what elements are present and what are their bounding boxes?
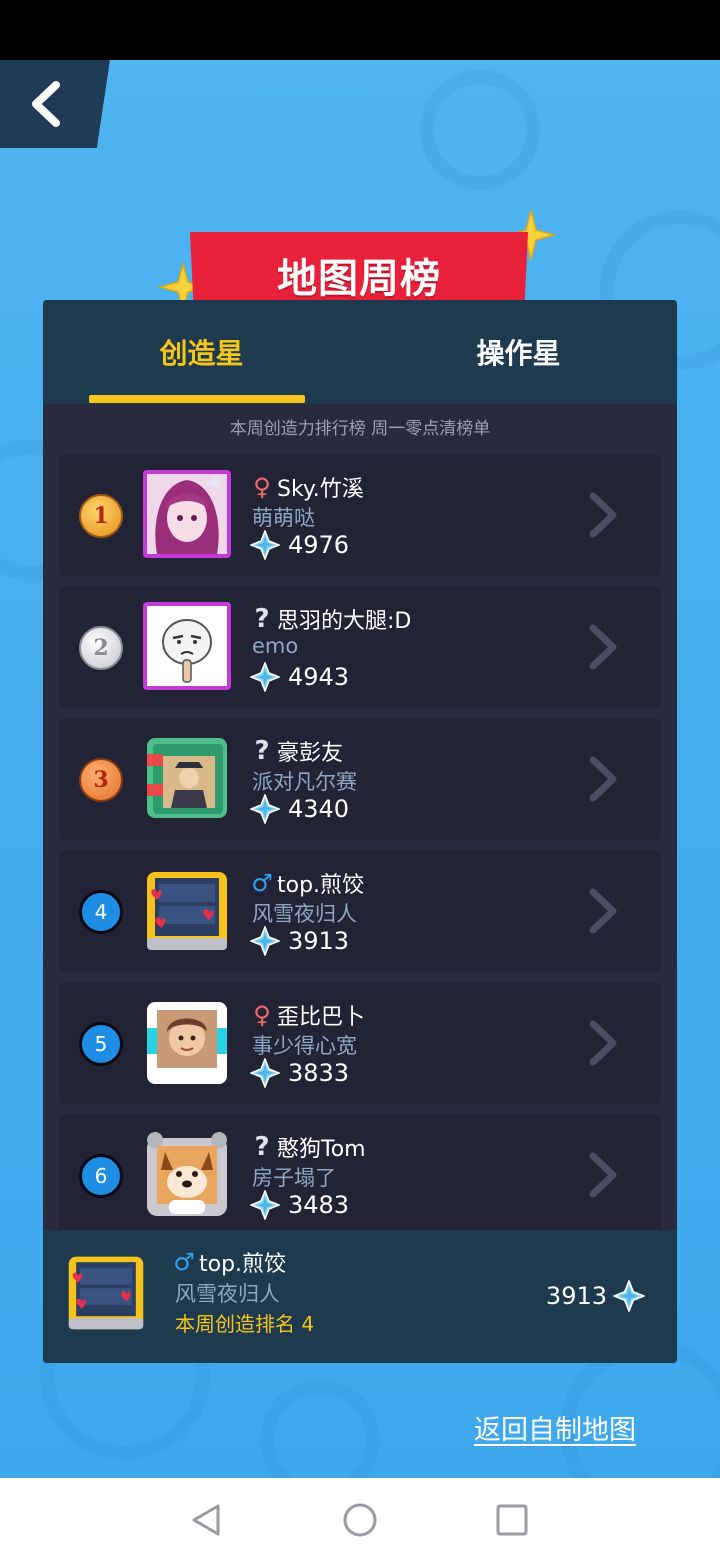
chevron-right-icon: [589, 624, 617, 670]
ranking-row[interactable]: 5 ♀ 歪比巴卜 事少得心宽 3833: [59, 982, 661, 1104]
player-name-text: 思羽的大腿:D: [277, 609, 412, 634]
nav-back-button[interactable]: [186, 1500, 226, 1540]
chevron-right-icon: [589, 888, 617, 934]
ranking-row[interactable]: 6 ? 憨狗Tom 房子塌了 3483: [59, 1114, 661, 1230]
my-score: 3913: [546, 1280, 645, 1312]
player-score: 4340: [250, 794, 349, 824]
ranking-row[interactable]: 2 ? 思羽的大腿:D emo 4943: [59, 586, 661, 708]
crystal-icon: [613, 1280, 645, 1312]
player-name: ? 思羽的大腿:D: [249, 602, 411, 636]
player-score: 3483: [250, 1190, 349, 1220]
nav-recents-button[interactable]: [492, 1500, 532, 1540]
system-nav-bar: [0, 1478, 720, 1560]
crystal-icon: [250, 926, 280, 956]
player-subtitle: 派对凡尔赛: [252, 770, 357, 794]
my-score-value: 3913: [545, 1282, 607, 1310]
chevron-right-icon: [589, 756, 617, 802]
player-subtitle: 事少得心宽: [252, 1034, 357, 1058]
chevron-right-icon: [589, 1152, 617, 1198]
chevron-left-icon: [32, 81, 60, 127]
status-bar: [0, 0, 720, 60]
leaderboard-notice: 本周创造力排行榜 周一零点清榜单: [229, 419, 491, 439]
rank-number-badge: 5: [79, 1022, 123, 1066]
player-name: ♂ top.煎饺: [249, 866, 364, 900]
avatar: [143, 734, 231, 822]
player-name: ? 憨狗Tom: [249, 1130, 366, 1164]
score-value: 3833: [288, 1059, 350, 1087]
score-value: 3483: [288, 1191, 350, 1219]
tab-operator-star[interactable]: 操作星: [360, 300, 677, 404]
recents-square-icon: [496, 1504, 528, 1536]
player-name-text: top.煎饺: [277, 873, 365, 898]
my-name: ♂ top.煎饺: [171, 1246, 286, 1278]
rank-number-badge: 6: [79, 1154, 123, 1198]
ranking-list[interactable]: 1 ♀ Sky.竹溪 萌萌哒 4976 2 ? 思羽的大腿:D emo 4943…: [43, 454, 677, 1230]
avatar: [143, 866, 231, 954]
ranking-row[interactable]: 1 ♀ Sky.竹溪 萌萌哒 4976: [59, 454, 661, 576]
avatar: [143, 602, 231, 690]
player-name: ♀ 歪比巴卜: [249, 998, 365, 1032]
tab-creator-star[interactable]: 创造星: [43, 300, 360, 404]
back-button[interactable]: [0, 60, 110, 148]
leaderboard-panel: 创造星 操作星 本周创造力排行榜 周一零点清榜单 1 ♀ Sky.竹溪 萌萌哒 …: [43, 300, 677, 1363]
player-subtitle: 房子塌了: [252, 1166, 336, 1190]
unknown-gender-icon: ?: [254, 1132, 270, 1162]
score-value: 4340: [288, 795, 350, 823]
unknown-gender-icon: ?: [254, 604, 270, 634]
player-name: ? 豪彭友: [249, 734, 343, 768]
my-ranking-bar[interactable]: ♂ top.煎饺 风雪夜归人 本周创造排名 4 3913: [43, 1230, 677, 1363]
player-name-text: 豪彭友: [277, 741, 344, 766]
score-value: 4976: [288, 531, 350, 559]
chevron-right-icon: [589, 492, 617, 538]
avatar: [143, 1130, 231, 1218]
my-rank-text: 本周创造排名 4: [175, 1312, 315, 1336]
player-score: 4976: [250, 530, 349, 560]
crystal-icon: [250, 794, 280, 824]
my-subtitle: 风雪夜归人: [175, 1282, 280, 1306]
home-circle-icon: [343, 1503, 377, 1537]
player-subtitle: 风雪夜归人: [252, 902, 357, 926]
unknown-gender-icon: ?: [254, 736, 270, 766]
my-name-text: top.煎饺: [199, 1252, 287, 1277]
ranking-row[interactable]: 3 ? 豪彭友 派对凡尔赛 4340: [59, 718, 661, 840]
rank-medal-bronze: 3: [79, 758, 123, 802]
player-score: 4943: [250, 662, 349, 692]
back-triangle-icon: [192, 1504, 220, 1536]
male-icon: ♂: [251, 869, 273, 897]
crystal-icon: [250, 1190, 280, 1220]
male-icon: ♂: [173, 1248, 195, 1276]
avatar: [143, 470, 231, 558]
tab-bar: 创造星 操作星: [43, 300, 677, 404]
nav-home-button[interactable]: [340, 1500, 380, 1540]
page-title: 地图周榜: [277, 256, 441, 302]
chevron-right-icon: [589, 1020, 617, 1066]
return-to-custom-maps-link[interactable]: 返回自制地图: [474, 1408, 636, 1447]
player-name-text: 歪比巴卜: [277, 1005, 366, 1030]
crystal-icon: [250, 530, 280, 560]
player-name: ♀ Sky.竹溪: [249, 470, 364, 504]
female-icon: ♀: [253, 1001, 271, 1029]
rank-number-badge: 4: [79, 890, 123, 934]
active-tab-indicator: [89, 395, 305, 403]
crystal-icon: [250, 1058, 280, 1088]
rank-medal-gold: 1: [79, 494, 123, 538]
rank-medal-silver: 2: [79, 626, 123, 670]
player-score: 3913: [250, 926, 349, 956]
ranking-row[interactable]: 4 ♂ top.煎饺 风雪夜归人 3913: [59, 850, 661, 972]
crystal-icon: [250, 662, 280, 692]
score-value: 3913: [288, 927, 350, 955]
my-avatar: [65, 1250, 147, 1334]
player-score: 3833: [250, 1058, 349, 1088]
player-subtitle: 萌萌哒: [252, 506, 315, 530]
player-name-text: Sky.竹溪: [277, 477, 364, 502]
score-value: 4943: [288, 663, 350, 691]
female-icon: ♀: [253, 473, 271, 501]
player-subtitle: emo: [252, 634, 299, 658]
player-name-text: 憨狗Tom: [277, 1137, 366, 1162]
avatar: [143, 998, 231, 1086]
